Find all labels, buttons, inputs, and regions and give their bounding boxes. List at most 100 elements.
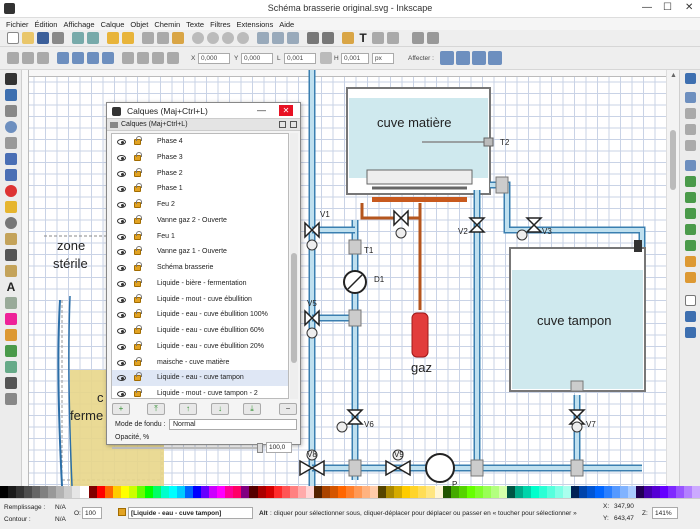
snap-path-icon[interactable] bbox=[685, 176, 696, 187]
color-swatch[interactable] bbox=[410, 486, 419, 498]
ellipse-tool-icon[interactable] bbox=[5, 185, 17, 197]
lock-icon[interactable] bbox=[134, 340, 142, 350]
lock-icon[interactable] bbox=[134, 309, 142, 319]
eye-icon[interactable] bbox=[117, 154, 126, 161]
snap-intersection-icon[interactable] bbox=[685, 192, 696, 203]
color-swatch[interactable] bbox=[402, 486, 411, 498]
color-swatch[interactable] bbox=[659, 486, 668, 498]
snap-bbox-corner-icon[interactable] bbox=[685, 124, 696, 135]
color-swatch[interactable] bbox=[88, 486, 97, 498]
eraser-tool-icon[interactable] bbox=[5, 313, 17, 325]
color-swatch[interactable] bbox=[418, 486, 427, 498]
menu-calque[interactable]: Calque bbox=[101, 20, 125, 29]
raise-layer-top-icon[interactable]: ⤒ bbox=[147, 403, 165, 415]
menu-fichier[interactable]: Fichier bbox=[6, 20, 29, 29]
layer-row[interactable]: Vanne gaz 1 - Ouverte bbox=[112, 244, 288, 260]
eye-icon[interactable] bbox=[117, 280, 126, 287]
raise-layer-icon[interactable]: ↑ bbox=[179, 403, 197, 415]
color-swatch[interactable] bbox=[394, 486, 403, 498]
color-swatch[interactable] bbox=[378, 486, 387, 498]
color-swatch[interactable] bbox=[643, 486, 652, 498]
connector-tool-icon[interactable] bbox=[5, 393, 17, 405]
fill-value[interactable]: N/A bbox=[55, 504, 66, 511]
layer-row[interactable]: Liquide - eau - cuve ébullition 60% bbox=[112, 323, 288, 339]
layer-list[interactable]: Phase 4 Phase 3 Phase 2 Phase 1 Feu 2 Va… bbox=[111, 133, 289, 399]
color-swatch[interactable] bbox=[40, 486, 49, 498]
scale-corners-icon[interactable] bbox=[456, 51, 470, 65]
mesh-tool-icon[interactable] bbox=[5, 361, 17, 373]
zoom-tool-icon[interactable] bbox=[5, 121, 17, 133]
color-swatch[interactable] bbox=[450, 486, 459, 498]
paste-icon[interactable] bbox=[172, 32, 184, 44]
color-swatch[interactable] bbox=[675, 486, 684, 498]
layers-tab[interactable]: Calques (Maj+Ctrl+L) bbox=[107, 119, 300, 131]
color-swatch[interactable] bbox=[313, 486, 322, 498]
pencil-tool-icon[interactable] bbox=[5, 233, 17, 245]
minimize-button[interactable]: — bbox=[642, 2, 652, 13]
minimize-button[interactable]: — bbox=[257, 105, 266, 115]
color-swatch[interactable] bbox=[458, 486, 467, 498]
color-swatch[interactable] bbox=[619, 486, 628, 498]
layer-row[interactable]: Liquide - mout - cuve ébullition bbox=[112, 292, 288, 308]
x-field[interactable]: 0,000 bbox=[198, 53, 230, 64]
color-swatch[interactable] bbox=[547, 486, 556, 498]
select-all-layers-icon[interactable] bbox=[22, 52, 34, 64]
raise-top-icon[interactable] bbox=[122, 52, 134, 64]
group-icon[interactable] bbox=[307, 32, 319, 44]
color-swatch[interactable] bbox=[692, 486, 700, 498]
save-icon[interactable] bbox=[37, 32, 49, 44]
undo-icon[interactable] bbox=[107, 32, 119, 44]
vertical-scrollbar[interactable]: ▲ bbox=[666, 70, 679, 486]
layer-row[interactable]: Liquide - eau - cuve ébullition 100% bbox=[112, 307, 288, 323]
align-distribute-icon[interactable] bbox=[387, 32, 399, 44]
maximize-button[interactable]: ☐ bbox=[663, 2, 672, 13]
float-icon[interactable] bbox=[279, 121, 286, 128]
tweak-tool-icon[interactable] bbox=[5, 105, 17, 117]
zoom-page-icon[interactable] bbox=[222, 32, 234, 44]
duplicate-icon[interactable] bbox=[257, 32, 269, 44]
unit-select[interactable]: px bbox=[372, 53, 394, 64]
layer-row[interactable]: maische - cuve matière bbox=[112, 355, 288, 371]
menu-affichage[interactable]: Affichage bbox=[63, 20, 94, 29]
dropper-tool-icon[interactable] bbox=[5, 377, 17, 389]
color-swatch[interactable] bbox=[426, 486, 435, 498]
eye-icon[interactable] bbox=[117, 375, 126, 382]
color-swatch[interactable] bbox=[104, 486, 113, 498]
document-properties-icon[interactable] bbox=[427, 32, 439, 44]
layer-row[interactable]: Phase 3 bbox=[112, 150, 288, 166]
export-icon[interactable] bbox=[87, 32, 99, 44]
deselect-icon[interactable] bbox=[37, 52, 49, 64]
color-swatch[interactable] bbox=[490, 486, 499, 498]
scale-stroke-icon[interactable] bbox=[440, 51, 454, 65]
lock-icon[interactable] bbox=[134, 183, 142, 193]
selector-tool-icon[interactable] bbox=[5, 73, 17, 85]
import-icon[interactable] bbox=[72, 32, 84, 44]
rotate-cw-icon[interactable] bbox=[72, 52, 84, 64]
layer-row-selected[interactable]: Liquide - eau - cuve tampon bbox=[112, 370, 288, 386]
lock-icon[interactable] bbox=[134, 262, 142, 271]
color-swatch[interactable] bbox=[56, 486, 65, 498]
color-swatch[interactable] bbox=[346, 486, 355, 498]
lock-icon[interactable] bbox=[134, 246, 142, 256]
color-swatch[interactable] bbox=[611, 486, 620, 498]
color-swatch[interactable] bbox=[120, 486, 129, 498]
zoom-field[interactable]: 141% bbox=[652, 507, 678, 519]
color-swatch[interactable] bbox=[160, 486, 169, 498]
lock-icon[interactable] bbox=[134, 277, 142, 287]
menu-filtres[interactable]: Filtres bbox=[210, 20, 230, 29]
color-swatch[interactable] bbox=[515, 486, 524, 498]
color-swatch[interactable] bbox=[683, 486, 693, 498]
clone-icon[interactable] bbox=[272, 32, 284, 44]
copy-icon[interactable] bbox=[142, 32, 154, 44]
color-swatch[interactable] bbox=[281, 486, 290, 498]
layer-row[interactable]: Phase 1 bbox=[112, 181, 288, 197]
eye-icon[interactable] bbox=[117, 328, 126, 334]
eye-icon[interactable] bbox=[117, 265, 126, 271]
close-button[interactable]: ✕ bbox=[279, 105, 293, 116]
spray-tool-icon[interactable] bbox=[5, 297, 17, 309]
color-swatch[interactable] bbox=[587, 486, 596, 498]
snap-nodes-icon[interactable] bbox=[685, 160, 696, 171]
open-folder-icon[interactable] bbox=[22, 32, 34, 44]
color-swatch[interactable] bbox=[531, 486, 540, 498]
snap-smooth-icon[interactable] bbox=[685, 224, 696, 235]
